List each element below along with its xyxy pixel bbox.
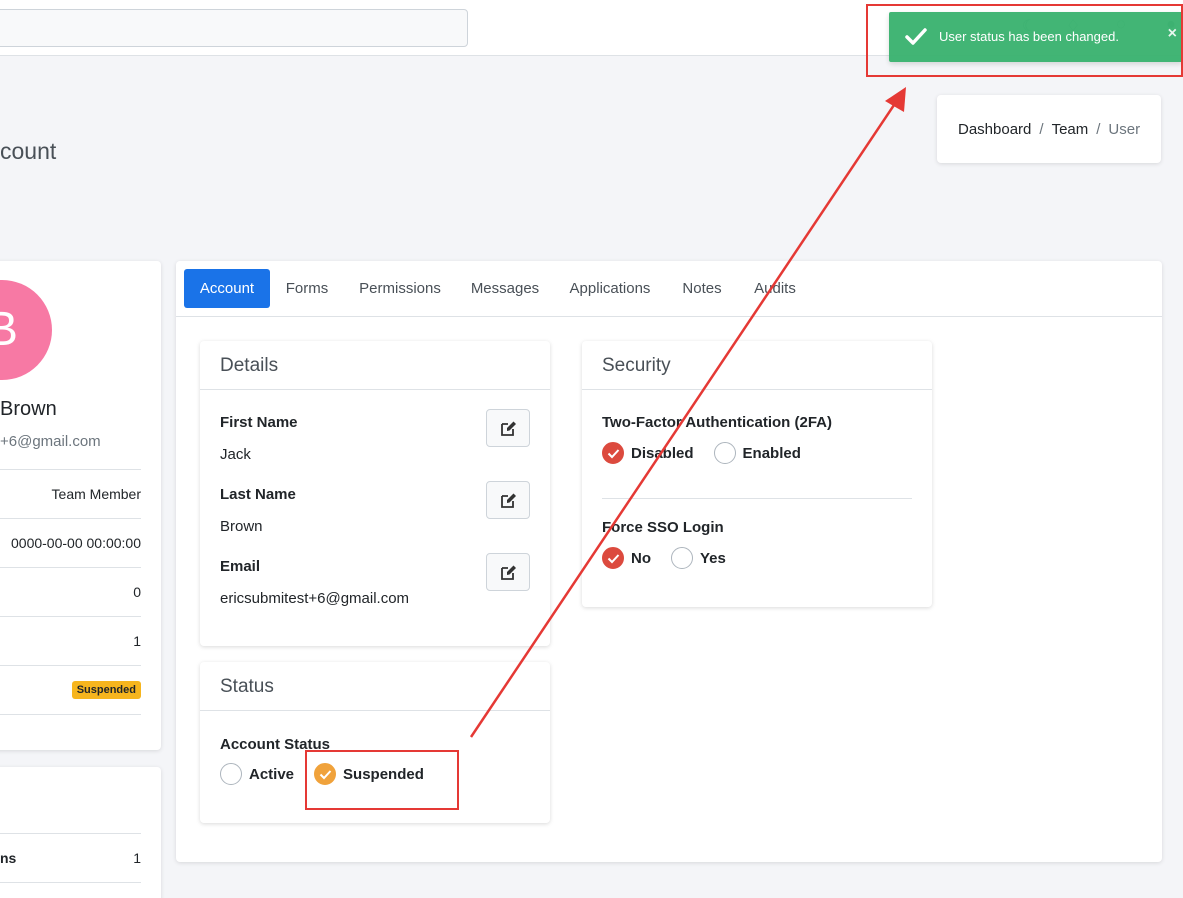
status-active-radio[interactable] (220, 763, 242, 785)
edit-first-name-button[interactable] (486, 409, 530, 447)
annotation-box-toast (866, 4, 1183, 77)
edit-email-button[interactable] (486, 553, 530, 591)
tfa-disabled-radio[interactable] (602, 442, 624, 464)
tfa-enabled-radio[interactable] (713, 442, 736, 464)
list-item (0, 882, 141, 898)
sso-yes-label[interactable]: Yes (700, 550, 726, 567)
avatar: B (0, 280, 52, 380)
tfa-label: Two-Factor Authentication (2FA) (602, 414, 832, 431)
tab-audits[interactable]: Audits (744, 269, 806, 308)
breadcrumb: Dashboard / Team / User (958, 121, 1140, 138)
profile-row-date: 0000-00-00 00:00:00 (0, 518, 141, 567)
status-title: Status (220, 676, 274, 697)
profile-email: +6@gmail.com (0, 433, 101, 450)
breadcrumb-team[interactable]: Team (1052, 121, 1089, 138)
tab-applications[interactable]: Applications (560, 269, 660, 308)
tfa-radio-group: Disabled Enabled (602, 442, 821, 464)
last-name-label: Last Name (220, 486, 296, 503)
sso-no-label[interactable]: No (631, 550, 651, 567)
profile-row-count-a: 0 (0, 567, 141, 616)
status-header: Status (200, 662, 550, 711)
profile-name: Brown (0, 398, 57, 420)
details-header: Details (200, 341, 550, 390)
list-item-value: 1 (133, 850, 141, 866)
last-name-value: Brown (220, 518, 263, 535)
sso-label: Force SSO Login (602, 519, 724, 536)
tab-account[interactable]: Account (184, 269, 270, 308)
tab-notes[interactable]: Notes (674, 269, 730, 308)
breadcrumb-card: Dashboard / Team / User (937, 95, 1161, 163)
tabs: Account Forms Permissions Messages Appli… (176, 261, 1162, 317)
email-value: ericsubmitest+6@gmail.com (220, 590, 410, 607)
profile-date-value: 0000-00-00 00:00:00 (11, 535, 141, 551)
status-active-label[interactable]: Active (249, 766, 294, 783)
sso-radio-group: No Yes (602, 547, 746, 569)
tab-forms[interactable]: Forms (276, 269, 338, 308)
breadcrumb-dashboard[interactable]: Dashboard (958, 121, 1031, 138)
breadcrumb-separator: / (1039, 121, 1044, 138)
check-icon (607, 554, 620, 564)
profile-count-b-value: 1 (133, 633, 141, 649)
first-name-value: Jack (220, 446, 251, 463)
breadcrumb-separator: / (1096, 121, 1101, 138)
details-card: Details First Name Jack Last Name Brown … (200, 341, 550, 646)
tab-permissions[interactable]: Permissions (350, 269, 450, 308)
first-name-label: First Name (220, 414, 298, 431)
security-title: Security (602, 355, 671, 376)
profile-card: B Brown +6@gmail.com Team Member 0000-00… (0, 261, 161, 750)
edit-icon (501, 421, 516, 436)
tab-messages[interactable]: Messages (464, 269, 546, 308)
search-input[interactable] (0, 9, 468, 47)
edit-icon (501, 493, 516, 508)
check-icon (607, 449, 620, 459)
tfa-disabled-label[interactable]: Disabled (631, 445, 694, 462)
profile-role-value: Team Member (51, 486, 141, 502)
security-header: Security (582, 341, 932, 390)
list-item: ns 1 (0, 833, 141, 882)
profile-row-status: Suspended (0, 665, 141, 714)
divider (0, 714, 141, 715)
edit-last-name-button[interactable] (486, 481, 530, 519)
breadcrumb-user: User (1108, 121, 1141, 138)
profile-card-secondary: ns 1 (0, 767, 161, 898)
profile-row-count-b: 1 (0, 616, 141, 665)
profile-row-role: Team Member (0, 469, 141, 518)
sso-yes-radio[interactable] (671, 547, 693, 569)
list-item-label: ns (0, 850, 17, 866)
status-badge: Suspended (71, 681, 141, 699)
security-card: Security Two-Factor Authentication (2FA)… (582, 341, 932, 607)
edit-icon (501, 565, 516, 580)
sso-no-radio[interactable] (602, 547, 624, 569)
annotation-box-suspended (305, 750, 459, 810)
profile-count-a-value: 0 (133, 584, 141, 600)
tfa-enabled-label[interactable]: Enabled (743, 445, 801, 462)
divider (602, 498, 912, 499)
details-title: Details (220, 355, 279, 376)
email-label: Email (220, 558, 261, 575)
page-title: count (0, 138, 57, 164)
